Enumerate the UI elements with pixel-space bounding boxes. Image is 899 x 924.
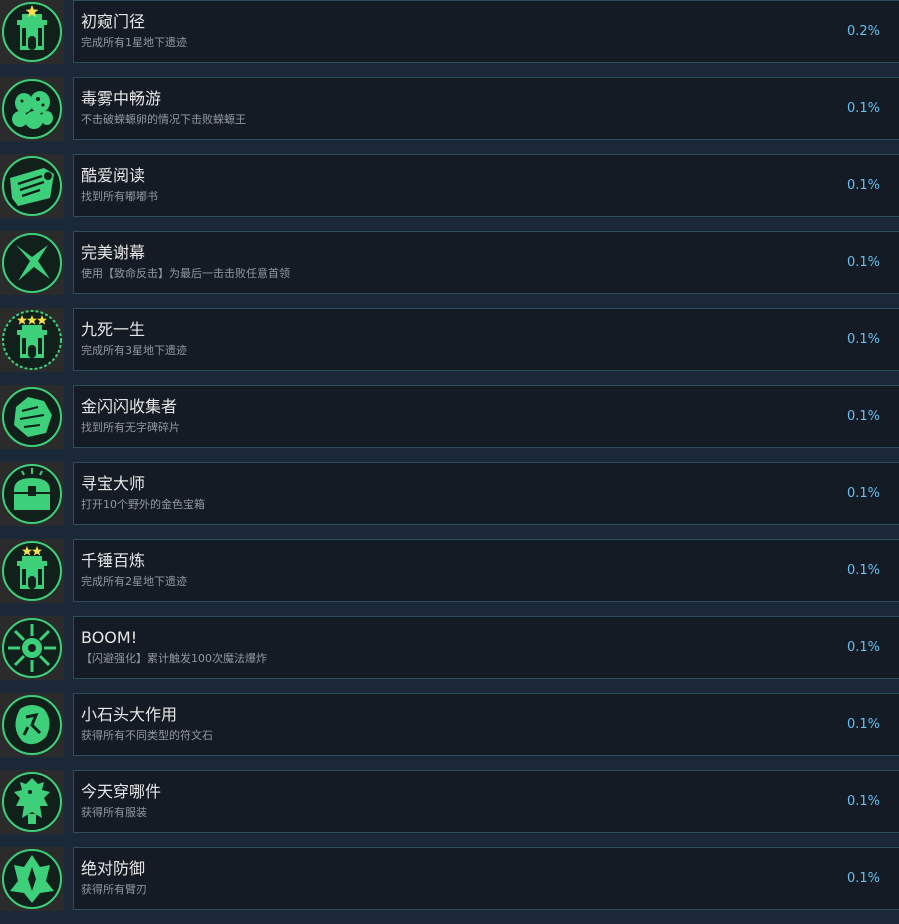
achievement-description: 不击破蝾螈卵的情况下击败蝾螈王 xyxy=(81,113,246,126)
achievement-card: 酷爱阅读 找到所有嘟嘟书 0.1% xyxy=(73,154,899,217)
achievement-card: 初窥门径 完成所有1星地下遗迹 0.2% xyxy=(73,0,899,63)
achievement-row[interactable]: BOOM! 【闪避强化】累计触发100次魔法爆炸 0.1% xyxy=(0,616,899,693)
achievement-card: 今天穿哪件 获得所有服装 0.1% xyxy=(73,770,899,833)
temple-three-star-icon xyxy=(0,308,64,372)
temple-two-star-icon xyxy=(0,539,64,603)
achievement-card: 九死一生 完成所有3星地下遗迹 0.1% xyxy=(73,308,899,371)
unlock-percent: 0.1% xyxy=(846,409,880,424)
achievement-row[interactable]: 金闪闪收集者 找到所有无字碑碎片 0.1% xyxy=(0,385,899,462)
achievement-description: 使用【致命反击】为最后一击击败任意首领 xyxy=(81,267,290,280)
stone-fragment-icon xyxy=(0,385,64,449)
achievement-card: 金闪闪收集者 找到所有无字碑碎片 0.1% xyxy=(73,385,899,448)
achievement-list: 初窥门径 完成所有1星地下遗迹 0.2% 毒雾中畅游 不击破蝾螈卵的情况下击败蝾… xyxy=(0,0,899,912)
achievement-title: 今天穿哪件 xyxy=(81,782,162,801)
eggs-icon xyxy=(0,77,64,141)
achievement-title: BOOM! xyxy=(81,628,138,647)
achievement-card: 千锤百炼 完成所有2星地下遗迹 0.1% xyxy=(73,539,899,602)
unlock-percent: 0.1% xyxy=(846,794,880,809)
unlock-percent: 0.1% xyxy=(846,255,880,270)
achievement-title: 酷爱阅读 xyxy=(81,166,146,185)
rune-stone-icon xyxy=(0,693,64,757)
achievement-row[interactable]: 千锤百炼 完成所有2星地下遗迹 0.1% xyxy=(0,539,899,616)
achievement-title: 初窥门径 xyxy=(81,12,146,31)
achievement-row[interactable]: 完美谢幕 使用【致命反击】为最后一击击败任意首领 0.1% xyxy=(0,231,899,308)
achievement-card: 小石头大作用 获得所有不同类型的符文石 0.1% xyxy=(73,693,899,756)
achievement-row[interactable]: 小石头大作用 获得所有不同类型的符文石 0.1% xyxy=(0,693,899,770)
achievement-card: 毒雾中畅游 不击破蝾螈卵的情况下击败蝾螈王 0.1% xyxy=(73,77,899,140)
unlock-percent: 0.1% xyxy=(846,871,880,886)
achievement-title: 寻宝大师 xyxy=(81,474,146,493)
achievement-title: 九死一生 xyxy=(81,320,146,339)
achievement-card: 完美谢幕 使用【致命反击】为最后一击击败任意首领 0.1% xyxy=(73,231,899,294)
achievement-description: 获得所有服装 xyxy=(81,806,147,819)
unlock-percent: 0.1% xyxy=(846,640,880,655)
scroll-icon xyxy=(0,154,64,218)
achievement-title: 毒雾中畅游 xyxy=(81,89,162,108)
slash-burst-icon xyxy=(0,231,64,295)
achievement-description: 完成所有2星地下遗迹 xyxy=(81,575,187,588)
achievement-description: 获得所有不同类型的符文石 xyxy=(81,729,213,742)
unlock-percent: 0.1% xyxy=(846,101,880,116)
achievement-description: 获得所有臂刃 xyxy=(81,883,147,896)
unlock-percent: 0.1% xyxy=(846,178,880,193)
treasure-chest-icon xyxy=(0,462,64,526)
temple-one-star-icon xyxy=(0,0,64,64)
achievement-description: 【闪避强化】累计触发100次魔法爆炸 xyxy=(81,652,267,665)
achievement-row[interactable]: 初窥门径 完成所有1星地下遗迹 0.2% xyxy=(0,0,899,77)
achievement-card: BOOM! 【闪避强化】累计触发100次魔法爆炸 0.1% xyxy=(73,616,899,679)
achievement-description: 找到所有无字碑碎片 xyxy=(81,421,180,434)
unlock-percent: 0.1% xyxy=(846,563,880,578)
achievement-description: 打开10个野外的金色宝箱 xyxy=(81,498,205,511)
unlock-percent: 0.1% xyxy=(846,486,880,501)
achievement-description: 完成所有1星地下遗迹 xyxy=(81,36,187,49)
achievement-card: 寻宝大师 打开10个野外的金色宝箱 0.1% xyxy=(73,462,899,525)
explosion-icon xyxy=(0,616,64,680)
costume-icon xyxy=(0,770,64,834)
achievement-title: 千锤百炼 xyxy=(81,551,146,570)
unlock-percent: 0.1% xyxy=(846,717,880,732)
achievement-row[interactable]: 九死一生 完成所有3星地下遗迹 0.1% xyxy=(0,308,899,385)
achievement-row[interactable]: 今天穿哪件 获得所有服装 0.1% xyxy=(0,770,899,847)
achievement-row[interactable]: 绝对防御 获得所有臂刃 0.1% xyxy=(0,847,899,924)
achievement-title: 绝对防御 xyxy=(81,859,146,878)
achievement-title: 金闪闪收集者 xyxy=(81,397,178,416)
unlock-percent: 0.2% xyxy=(846,24,880,39)
achievement-title: 小石头大作用 xyxy=(81,705,178,724)
arm-blade-icon xyxy=(0,847,64,911)
achievement-row[interactable]: 寻宝大师 打开10个野外的金色宝箱 0.1% xyxy=(0,462,899,539)
achievement-row[interactable]: 毒雾中畅游 不击破蝾螈卵的情况下击败蝾螈王 0.1% xyxy=(0,77,899,154)
achievement-title: 完美谢幕 xyxy=(81,243,146,262)
unlock-percent: 0.1% xyxy=(846,332,880,347)
achievement-card: 绝对防御 获得所有臂刃 0.1% xyxy=(73,847,899,910)
achievement-description: 完成所有3星地下遗迹 xyxy=(81,344,187,357)
achievement-description: 找到所有嘟嘟书 xyxy=(81,190,158,203)
achievement-row[interactable]: 酷爱阅读 找到所有嘟嘟书 0.1% xyxy=(0,154,899,231)
